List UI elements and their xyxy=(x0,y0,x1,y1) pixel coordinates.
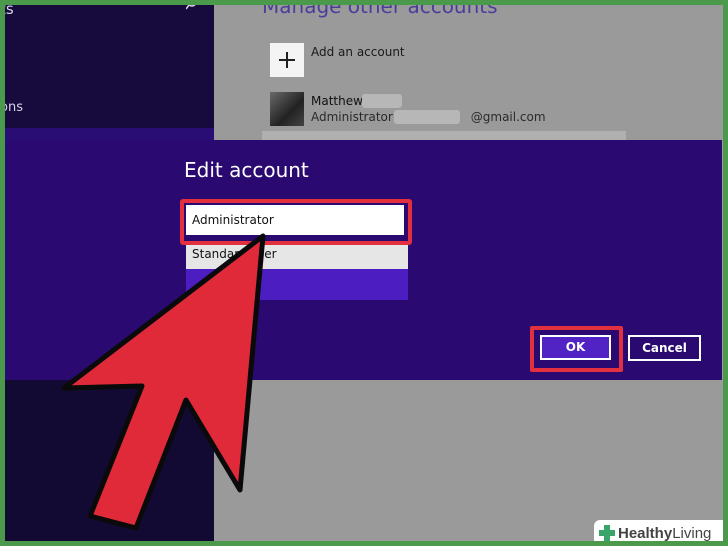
pointer-arrow-icon xyxy=(61,233,266,531)
watermark-text-healthy: Healthy xyxy=(618,524,673,542)
healthy-living-plus-icon xyxy=(599,525,615,541)
healthy-living-logo: Healthy Living xyxy=(594,520,728,546)
watermark-text-living: Living xyxy=(672,524,712,542)
